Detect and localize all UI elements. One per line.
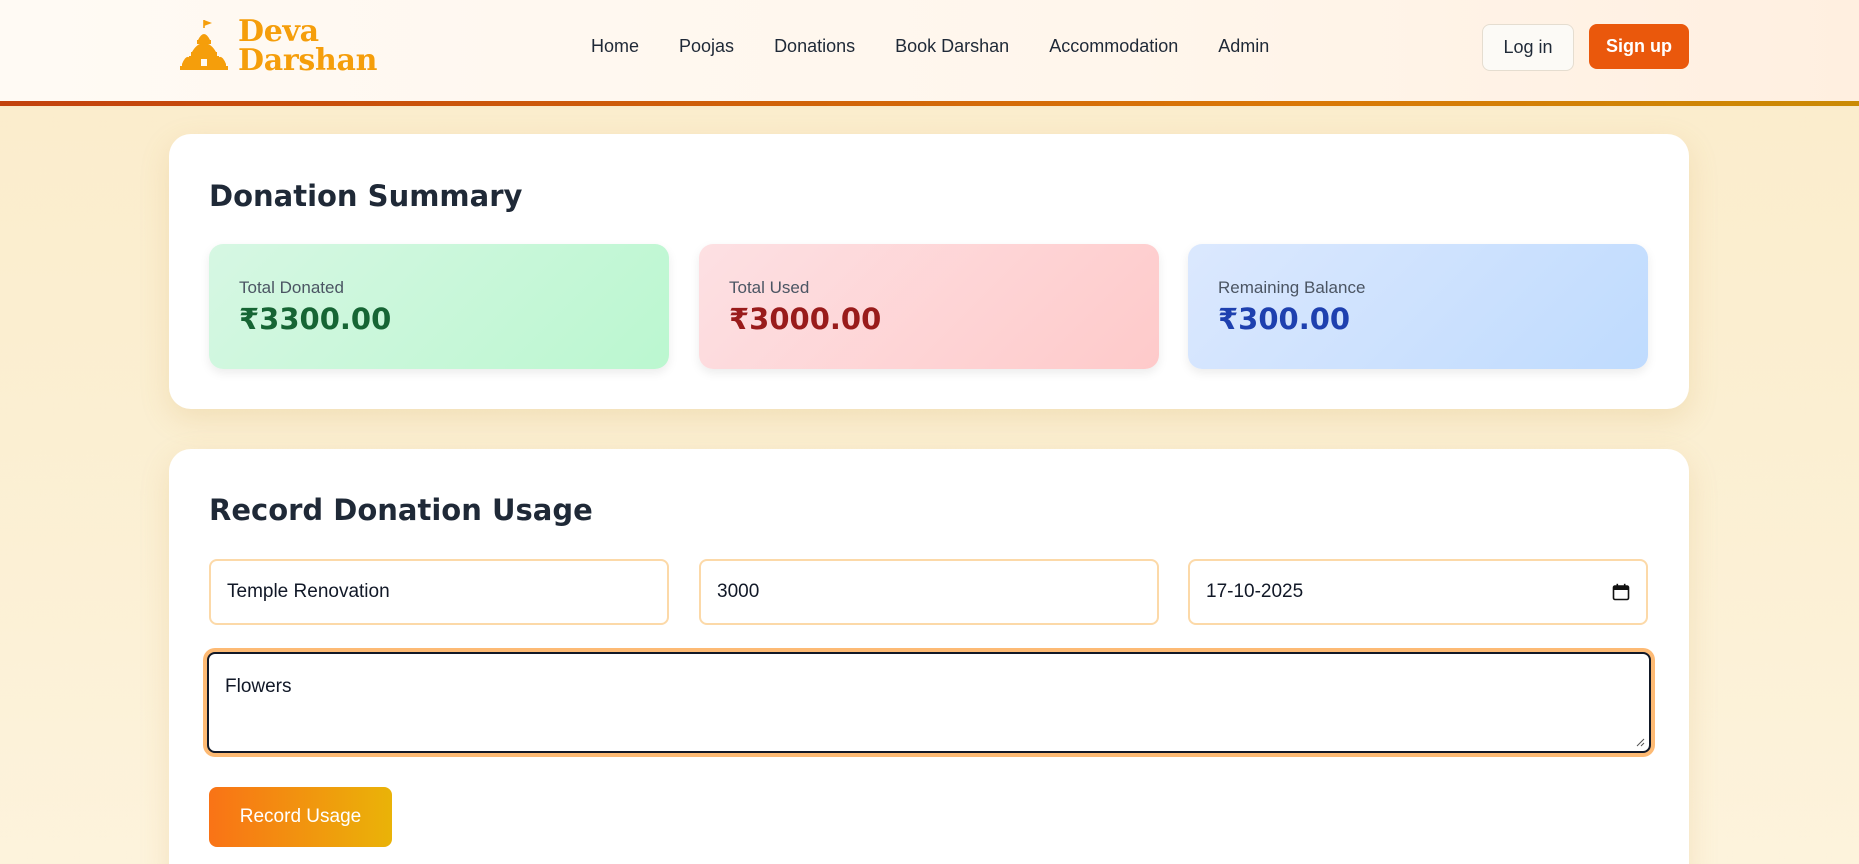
stat-label: Total Donated	[239, 278, 344, 297]
purpose-input[interactable]: Temple Renovation	[209, 559, 669, 625]
nav-poojas[interactable]: Poojas	[679, 36, 734, 57]
login-button[interactable]: Log in	[1482, 24, 1574, 71]
temple-icon	[180, 20, 228, 70]
remaining-balance-stat: Remaining Balance ₹300.00	[1188, 244, 1648, 369]
summary-title: Donation Summary	[209, 179, 523, 213]
resize-handle-icon[interactable]	[1635, 737, 1645, 747]
main-nav: Home Poojas Donations Book Darshan Accom…	[591, 36, 1269, 57]
nav-book-darshan[interactable]: Book Darshan	[895, 36, 1009, 57]
header-divider	[0, 101, 1859, 106]
date-input[interactable]: 17-10-2025	[1188, 559, 1648, 625]
record-usage-button[interactable]: Record Usage	[209, 787, 392, 847]
stat-value: ₹3000.00	[729, 302, 882, 336]
stat-value: ₹3300.00	[239, 302, 392, 336]
total-used-stat: Total Used ₹3000.00	[699, 244, 1159, 369]
brand-line2: Darshan	[238, 43, 378, 78]
stat-label: Remaining Balance	[1218, 278, 1366, 297]
stat-value: ₹300.00	[1218, 302, 1351, 336]
notes-textarea[interactable]: Flowers	[207, 652, 1651, 753]
signup-button[interactable]: Sign up	[1589, 24, 1689, 69]
nav-home[interactable]: Home	[591, 36, 639, 57]
date-value: 17-10-2025	[1206, 581, 1304, 602]
amount-input[interactable]: 3000	[699, 559, 1159, 625]
total-donated-stat: Total Donated ₹3300.00	[209, 244, 669, 369]
nav-accommodation[interactable]: Accommodation	[1049, 36, 1178, 57]
record-usage-card: Record Donation Usage Temple Renovation …	[169, 449, 1689, 864]
site-header: Deva Darshan Home Poojas Donations Book …	[0, 0, 1859, 103]
usage-title: Record Donation Usage	[209, 493, 593, 527]
nav-admin[interactable]: Admin	[1218, 36, 1269, 57]
calendar-icon[interactable]	[1612, 583, 1630, 601]
notes-value: Flowers	[225, 676, 292, 697]
brand-logo[interactable]: Deva Darshan	[176, 16, 377, 76]
donation-summary-card: Donation Summary Total Donated ₹3300.00 …	[169, 134, 1689, 409]
stat-label: Total Used	[729, 278, 810, 297]
nav-donations[interactable]: Donations	[774, 36, 855, 57]
brand-line1: Deva	[238, 14, 319, 49]
